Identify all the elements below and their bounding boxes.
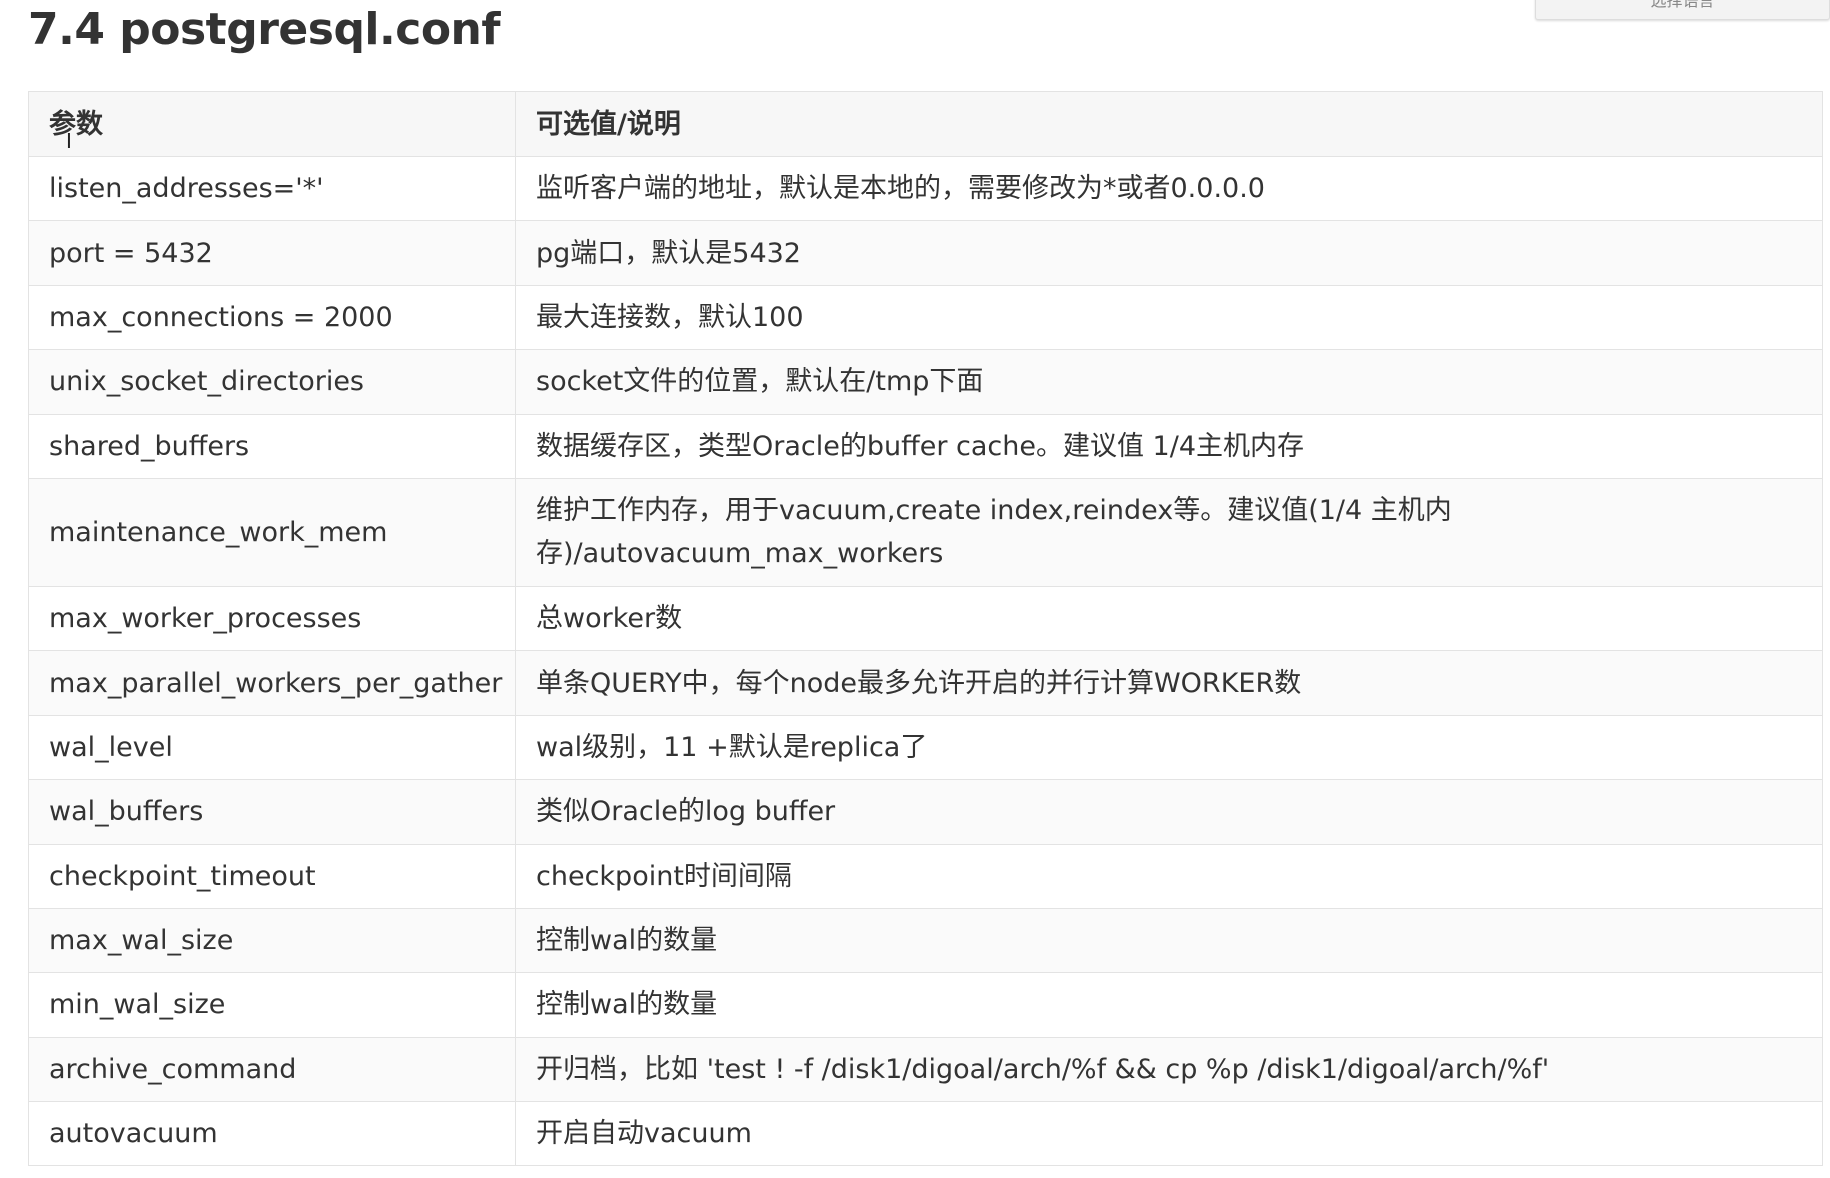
table-row: checkpoint_timeout checkpoint时间间隔 — [28, 843, 1823, 909]
description-cell: 最大连接数，默认100 — [515, 284, 1823, 351]
description-cell: 控制wal的数量 — [515, 972, 1823, 1038]
table-row: listen_addresses='*' 监听客户端的地址，默认是本地的，需要修… — [28, 155, 1823, 222]
param-cell: autovacuum — [28, 1101, 516, 1167]
description-line: 存)/autovacuum_max_workers — [536, 538, 944, 570]
table-row: archive_command 开归档，比如 'test ! -f /disk1… — [28, 1036, 1823, 1103]
page-title: 7.4 postgresql.conf — [28, 4, 501, 55]
param-cell: max_parallel_workers_per_gather — [28, 650, 516, 716]
description-cell: 类似Oracle的log buffer — [515, 779, 1823, 845]
description-cell: wal级别，11 +默认是replica了 — [515, 714, 1823, 781]
language-select-button[interactable]: 选择语言 — [1535, 0, 1830, 20]
table-row: maintenance_work_mem 维护工作内存，用于vacuum,cre… — [28, 477, 1823, 587]
param-cell: max_connections = 2000 — [28, 284, 516, 351]
param-cell: wal_level — [28, 714, 516, 781]
description-cell: 单条QUERY中，每个node最多允许开启的并行计算WORKER数 — [515, 650, 1823, 716]
table-row: wal_level wal级别，11 +默认是replica了 — [28, 714, 1823, 781]
param-cell: min_wal_size — [28, 972, 516, 1038]
table-row: max_parallel_workers_per_gather 单条QUERY中… — [28, 650, 1823, 716]
config-table: 参数 可选值/说明 listen_addresses='*' 监听客户端的地址，… — [28, 91, 1823, 1167]
param-cell: port = 5432 — [28, 220, 516, 286]
param-cell: checkpoint_timeout — [28, 843, 516, 909]
param-cell: archive_command — [28, 1036, 516, 1103]
table-row: unix_socket_directories socket文件的位置，默认在/… — [28, 349, 1823, 415]
description-cell: 监听客户端的地址，默认是本地的，需要修改为*或者0.0.0.0 — [515, 155, 1823, 222]
table-row: autovacuum 开启自动vacuum — [28, 1101, 1823, 1167]
description-cell: 控制wal的数量 — [515, 907, 1823, 974]
table-row: max_worker_processes 总worker数 — [28, 585, 1823, 652]
description-cell: 开启自动vacuum — [515, 1101, 1823, 1167]
param-cell: unix_socket_directories — [28, 349, 516, 415]
description-cell: pg端口，默认是5432 — [515, 220, 1823, 286]
table-header-row: 参数 可选值/说明 — [28, 91, 1823, 157]
description-line: 维护工作内存，用于vacuum,create index,reindex等。建议… — [536, 495, 1452, 527]
description-cell: socket文件的位置，默认在/tmp下面 — [515, 349, 1823, 415]
param-cell: max_wal_size — [28, 907, 516, 974]
table-row: min_wal_size 控制wal的数量 — [28, 972, 1823, 1038]
table-row: shared_buffers 数据缓存区，类型Oracle的buffer cac… — [28, 413, 1823, 479]
param-cell: shared_buffers — [28, 413, 516, 479]
param-cell: wal_buffers — [28, 779, 516, 845]
param-cell: listen_addresses='*' — [28, 155, 516, 222]
header-description: 可选值/说明 — [515, 91, 1823, 157]
description-cell: checkpoint时间间隔 — [515, 843, 1823, 909]
table-row: port = 5432 pg端口，默认是5432 — [28, 220, 1823, 286]
description-cell: 开归档，比如 'test ! -f /disk1/digoal/arch/%f … — [515, 1036, 1823, 1103]
description-cell: 维护工作内存，用于vacuum,create index,reindex等。建议… — [515, 477, 1823, 587]
header-param: 参数 — [28, 91, 516, 157]
description-cell: 总worker数 — [515, 585, 1823, 652]
table-row: max_wal_size 控制wal的数量 — [28, 907, 1823, 974]
table-row: max_connections = 2000 最大连接数，默认100 — [28, 284, 1823, 351]
description-cell: 数据缓存区，类型Oracle的buffer cache。建议值 1/4主机内存 — [515, 413, 1823, 479]
table-row: wal_buffers 类似Oracle的log buffer — [28, 779, 1823, 845]
param-cell: max_worker_processes — [28, 585, 516, 652]
param-cell: maintenance_work_mem — [28, 477, 516, 587]
